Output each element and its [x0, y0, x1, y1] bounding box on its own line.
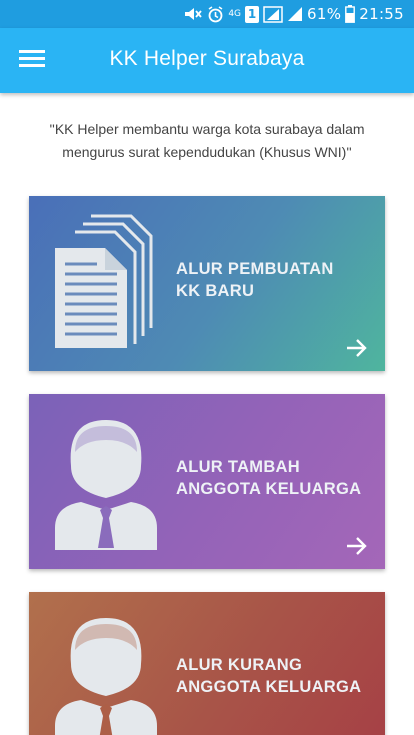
documents-icon	[51, 214, 161, 354]
signal-icon	[263, 5, 283, 23]
alarm-icon	[207, 5, 224, 23]
mute-icon	[183, 5, 203, 23]
card-title-line1: ALUR PEMBUATAN	[176, 260, 334, 278]
card-alur-pembuatan-kk-baru[interactable]: ALUR PEMBUATAN KK BARU	[29, 196, 385, 371]
card-title-line2: KK BARU	[176, 282, 255, 300]
battery-percent: 61%	[307, 5, 342, 23]
arrow-right-icon[interactable]	[345, 338, 369, 358]
card-alur-kurang-anggota-keluarga[interactable]: ALUR KURANG ANGGOTA KELUARGA	[29, 592, 385, 735]
card-title-line1: ALUR KURANG	[176, 656, 303, 674]
card-title-line2: ANGGOTA KELUARGA	[176, 678, 362, 696]
signal-icon	[287, 5, 303, 23]
person-icon	[51, 412, 161, 552]
sim-icon: 1	[245, 5, 260, 23]
card-title: ALUR PEMBUATAN KK BARU	[176, 258, 376, 302]
person-icon	[51, 610, 161, 735]
battery-icon	[345, 5, 356, 23]
status-bar: 4G 1 61% 21:55	[0, 0, 414, 28]
clock: 21:55	[359, 5, 404, 23]
card-alur-tambah-anggota-keluarga[interactable]: ALUR TAMBAH ANGGOTA KELUARGA	[29, 394, 385, 569]
card-title-line1: ALUR TAMBAH	[176, 458, 300, 476]
arrow-right-icon[interactable]	[345, 536, 369, 556]
card-title: ALUR KURANG ANGGOTA KELUARGA	[176, 654, 376, 698]
app-bar: KK Helper Surabaya	[0, 28, 414, 93]
tagline-text: ''KK Helper membantu warga kota surabaya…	[49, 121, 365, 160]
app-title: KK Helper Surabaya	[109, 47, 305, 70]
card-title-line2: ANGGOTA KELUARGA	[176, 480, 362, 498]
network-type-label: 4G	[228, 8, 242, 19]
card-title: ALUR TAMBAH ANGGOTA KELUARGA	[176, 456, 376, 500]
